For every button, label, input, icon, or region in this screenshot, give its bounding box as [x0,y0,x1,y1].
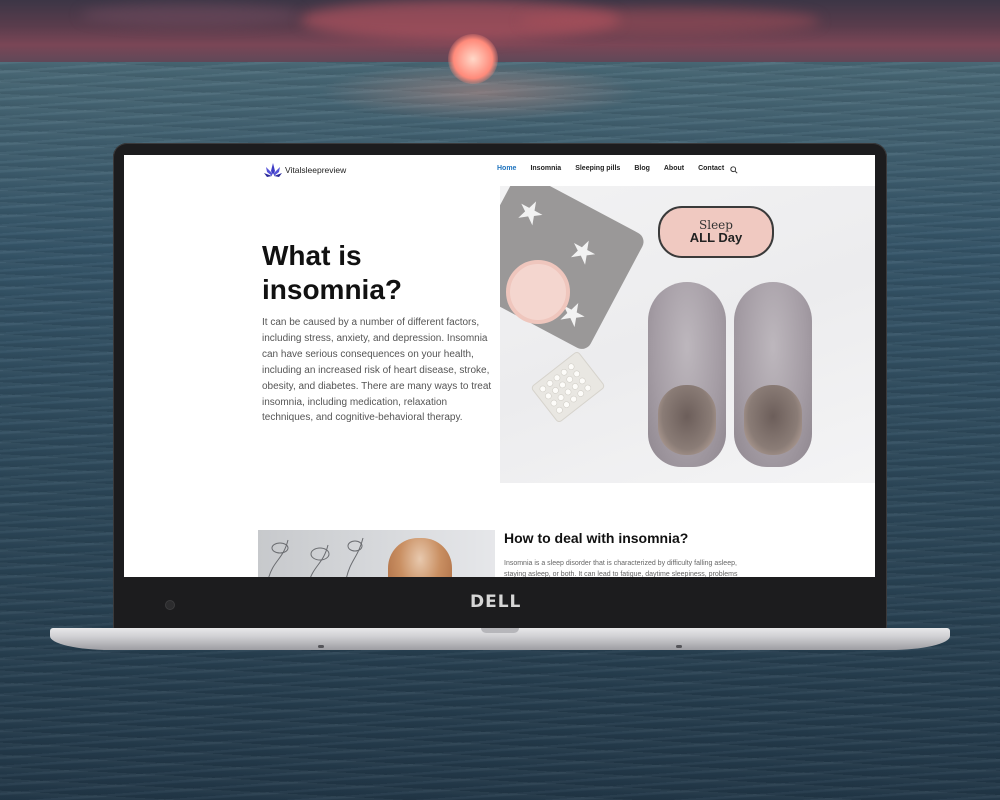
sleep-mask: Sleep ALL Day [658,206,774,258]
article-image [258,530,495,577]
rubber-foot [676,645,682,648]
slipper-left [648,282,726,467]
lotus-icon [264,163,282,177]
main-menu: Home Insomnia Sleeping pills Blog About … [497,165,738,172]
floral-wallpaper-pattern [268,537,364,577]
cloud [80,4,300,26]
site-header: Vitalsleepreview Home Insomnia Sleeping … [124,155,875,185]
hero-image: Sleep ALL Day [500,186,875,483]
nav-contact[interactable]: Contact [698,165,724,172]
nav-blog[interactable]: Blog [634,165,650,172]
section-title: How to deal with insomnia? [504,530,689,546]
slipper-right [734,282,812,467]
site-logo[interactable]: Vitalsleepreview [264,162,346,178]
nav-insomnia[interactable]: Insomnia [530,165,561,172]
laptop-brand-logo: DELL [470,592,522,612]
slipper-lining [658,385,716,455]
laptop-base [50,628,950,650]
laptop-screen: Vitalsleepreview Home Insomnia Sleeping … [124,155,875,577]
nav-sleeping-pills[interactable]: Sleeping pills [575,165,620,172]
nav-about[interactable]: About [664,165,684,172]
site-name: Vitalsleepreview [285,165,347,175]
rubber-foot [318,645,324,648]
section-paragraph: Insomnia is a sleep disorder that is cha… [504,560,738,577]
pill-blister-pack [530,350,606,424]
alarm-clock [506,260,570,324]
cloud [520,8,820,34]
hero-title: What is insomnia? [262,240,403,305]
slipper-lining [744,385,802,455]
person-photo [388,538,452,577]
sleep-mask-text-bottom: ALL Day [689,230,743,245]
lid-notch [481,628,519,633]
nav-home[interactable]: Home [497,165,516,172]
sun [448,34,498,84]
webcam-dot [166,601,174,609]
search-icon[interactable] [730,166,738,174]
hero-paragraph: It can be caused by a number of differen… [262,317,492,424]
